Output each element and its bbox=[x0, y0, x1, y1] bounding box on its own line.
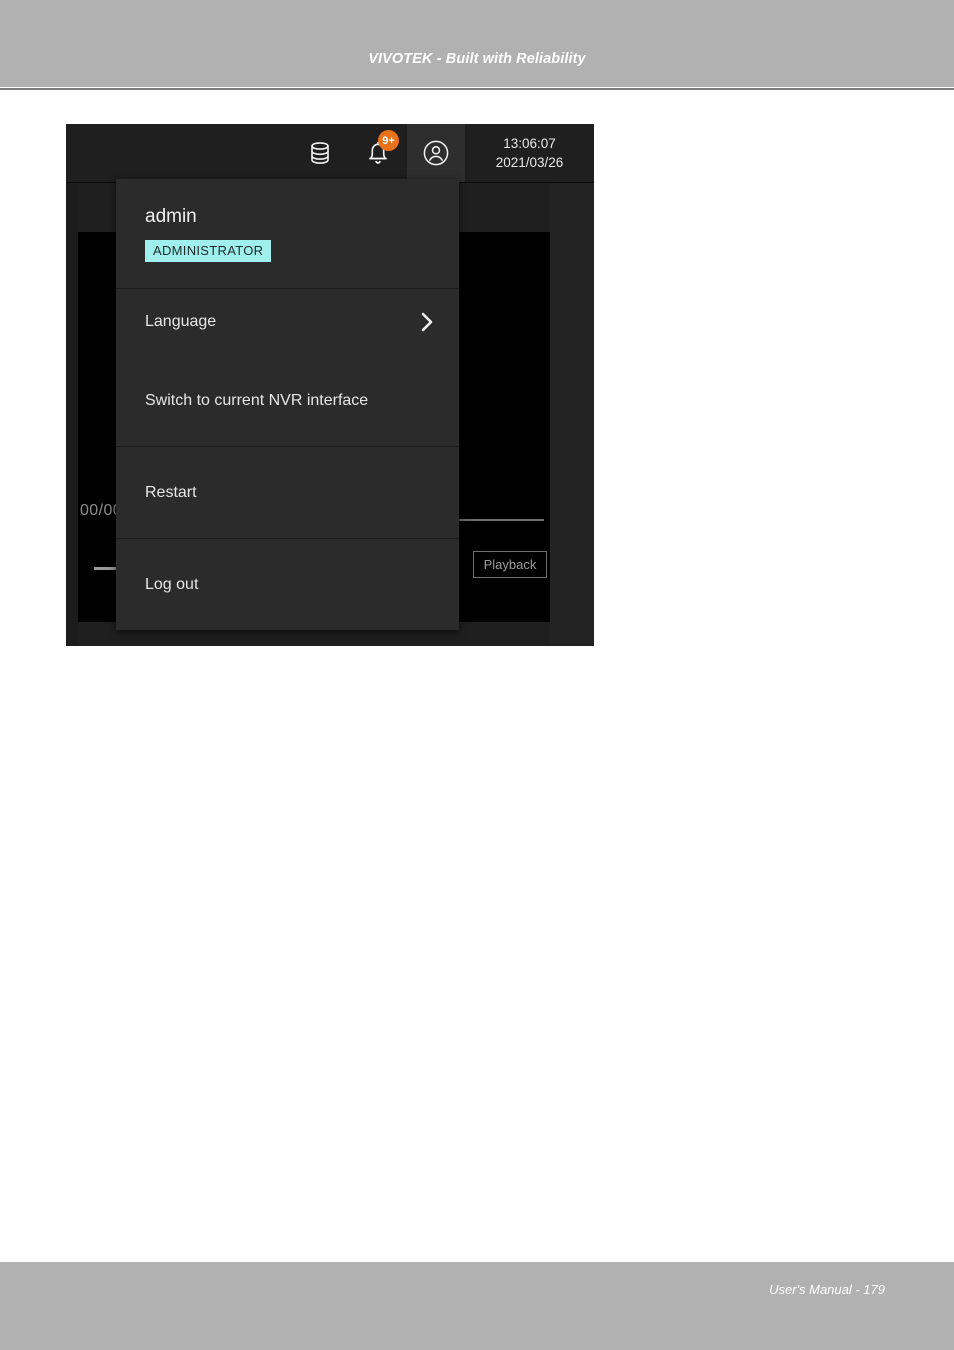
menu-item-switch-nvr-interface[interactable]: Switch to current NVR interface bbox=[116, 355, 459, 446]
menu-username: admin bbox=[145, 206, 197, 227]
chevron-right-icon bbox=[420, 310, 435, 334]
menu-section-logout: Log out bbox=[116, 539, 459, 630]
menu-item-label: Switch to current NVR interface bbox=[145, 391, 369, 409]
storage-button[interactable] bbox=[291, 124, 349, 182]
user-circle-icon bbox=[422, 139, 450, 167]
document-footer-text: User's Manual - 179 bbox=[769, 1282, 885, 1297]
notifications-button[interactable]: 9+ bbox=[349, 124, 407, 182]
app-topbar: 9+ 13:06:07 2021/03/26 bbox=[66, 124, 594, 183]
notification-count-badge: 9+ bbox=[378, 130, 399, 151]
current-time: 13:06:07 bbox=[503, 136, 556, 151]
right-rail bbox=[550, 183, 594, 646]
menu-section-settings: Language Switch to current NVR interface bbox=[116, 289, 459, 447]
left-rail bbox=[66, 183, 78, 646]
manual-page: VIVOTEK - Built with Reliability 9+ 13:0… bbox=[0, 0, 954, 1350]
menu-role-badge: ADMINISTRATOR bbox=[145, 240, 272, 262]
document-header-banner: VIVOTEK - Built with Reliability bbox=[0, 0, 954, 87]
document-header-title: VIVOTEK - Built with Reliability bbox=[368, 51, 586, 67]
account-button[interactable] bbox=[407, 124, 465, 182]
datetime-display: 13:06:07 2021/03/26 bbox=[465, 124, 594, 182]
menu-item-label: Language bbox=[145, 313, 217, 330]
document-footer-banner: User's Manual - 179 bbox=[0, 1262, 954, 1350]
menu-item-restart[interactable]: Restart bbox=[116, 447, 459, 538]
account-dropdown-menu: admin ADMINISTRATOR Language Switch to c… bbox=[116, 179, 459, 630]
menu-item-label: Restart bbox=[145, 483, 197, 501]
current-date: 2021/03/26 bbox=[495, 155, 564, 170]
menu-item-log-out[interactable]: Log out bbox=[116, 539, 459, 630]
menu-item-language[interactable]: Language bbox=[116, 289, 459, 355]
nvr-screenshot: 9+ 13:06:07 2021/03/26 00/00 Playback ad… bbox=[66, 124, 594, 646]
playback-button[interactable]: Playback bbox=[473, 551, 547, 578]
menu-section-restart: Restart bbox=[116, 447, 459, 539]
database-icon bbox=[309, 141, 331, 165]
menu-item-label: Log out bbox=[145, 575, 199, 593]
header-divider-rule bbox=[0, 87, 954, 91]
topbar-icon-group: 9+ 13:06:07 2021/03/26 bbox=[291, 124, 594, 182]
menu-user-header: admin ADMINISTRATOR bbox=[116, 179, 459, 289]
